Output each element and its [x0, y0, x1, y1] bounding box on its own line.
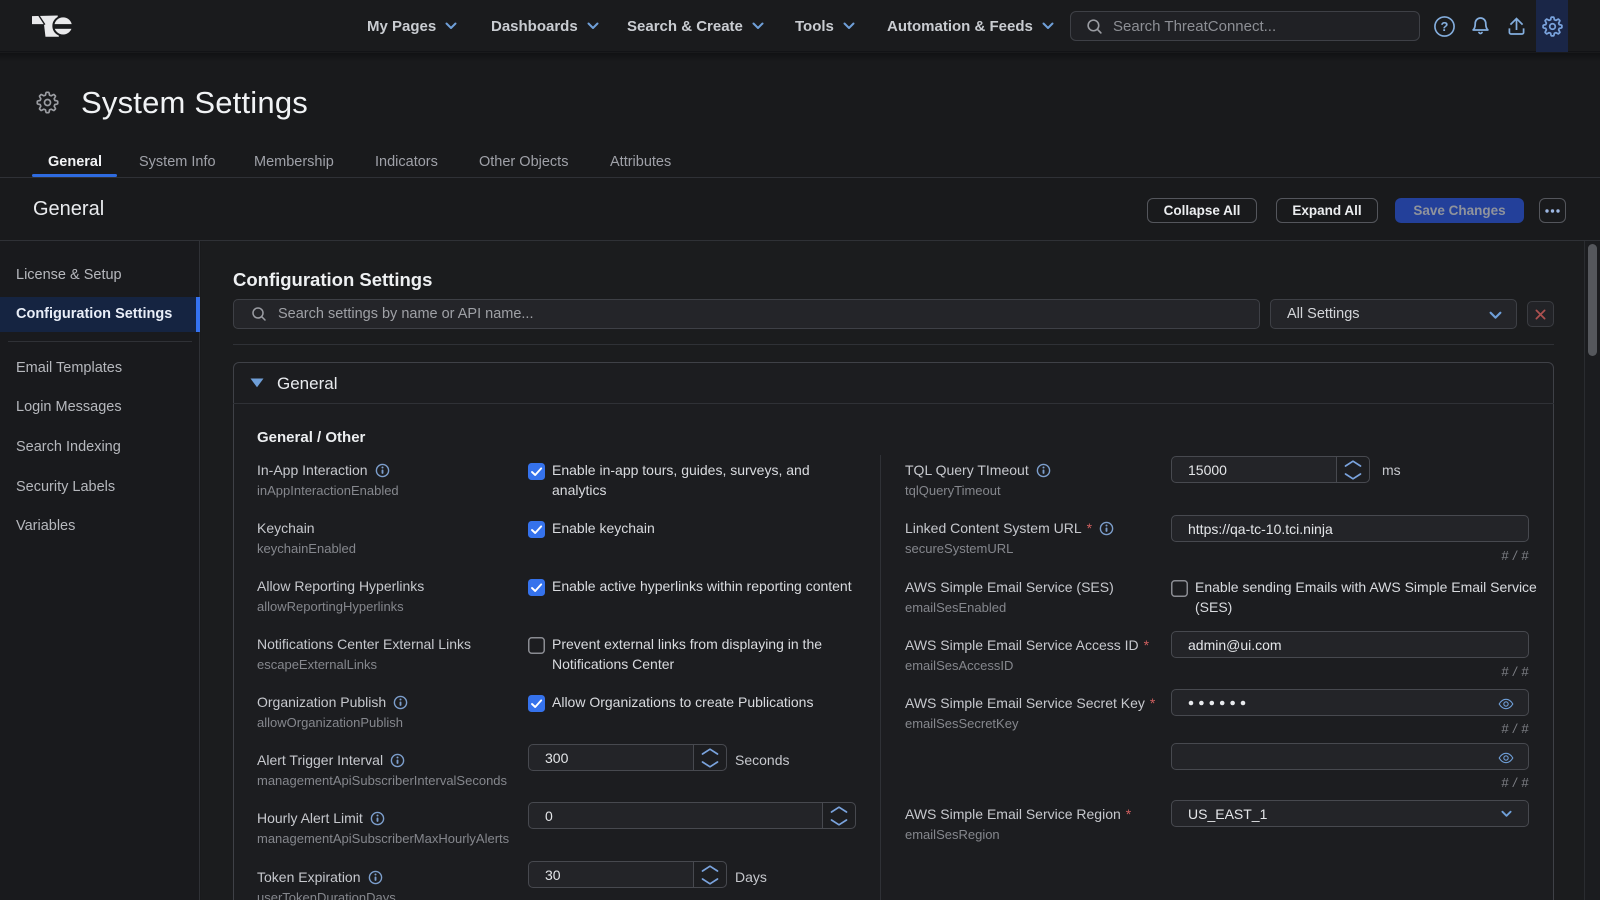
svg-text:?: ?: [1441, 19, 1449, 34]
